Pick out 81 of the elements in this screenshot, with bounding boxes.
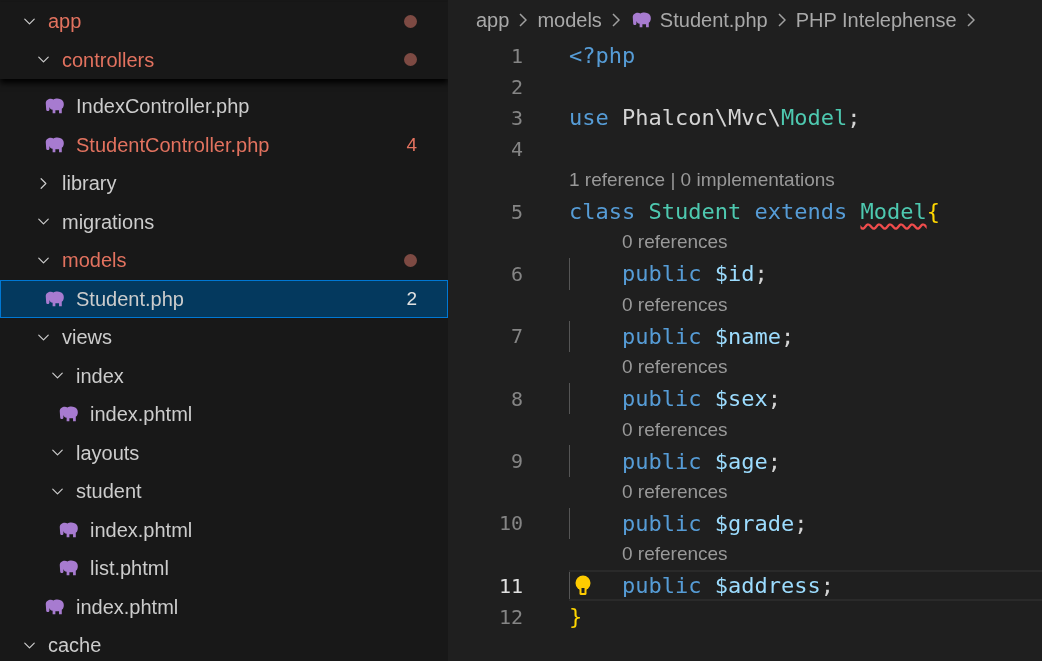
problem-count: 2 <box>406 286 417 311</box>
problem-count: 4 <box>406 132 417 157</box>
code-lens[interactable]: 1 reference | 0 implementations <box>569 166 835 195</box>
file-item[interactable]: index.phtml <box>0 510 448 549</box>
line-number: 1 <box>509 42 523 70</box>
code-lens[interactable]: 0 references <box>622 290 728 320</box>
folder-item[interactable]: layouts <box>0 433 448 472</box>
code-lens[interactable]: 0 references <box>622 477 728 507</box>
line-number: 12 <box>497 603 523 631</box>
line-number: 3 <box>509 104 523 132</box>
elephant-icon <box>57 559 79 578</box>
file-item[interactable]: index.phtml <box>0 587 448 626</box>
folder-item[interactable]: cache <box>0 626 448 661</box>
breadcrumb-item[interactable]: app <box>476 5 510 35</box>
elephant-icon <box>43 289 65 308</box>
folder-item[interactable]: index <box>0 356 448 395</box>
breadcrumb-item[interactable]: models <box>537 5 602 35</box>
line-number: 6 <box>509 260 523 288</box>
folder-item[interactable]: migrations <box>0 202 448 241</box>
folder-item[interactable]: app <box>0 2 448 41</box>
code-line: class Student extends Model{ <box>569 198 940 227</box>
elephant-icon <box>43 135 65 154</box>
file-name: library <box>62 171 117 197</box>
code-line: <?php <box>569 42 636 71</box>
file-name: models <box>62 248 127 274</box>
folder-item[interactable]: student <box>0 472 448 511</box>
file-name: layouts <box>76 440 140 466</box>
separator-icon <box>611 13 620 27</box>
lightbulb-icon[interactable] <box>574 575 592 598</box>
elephant-icon <box>57 405 79 424</box>
file-name: Student.php <box>76 286 184 312</box>
line-number: 7 <box>509 323 523 351</box>
separator-icon <box>519 13 528 27</box>
code-line: public $id; <box>622 260 768 289</box>
elephant-icon <box>43 597 65 616</box>
separator-icon <box>777 13 786 27</box>
elephant-icon <box>57 520 79 539</box>
code-lens[interactable]: 0 references <box>622 228 728 257</box>
line-number: 8 <box>509 385 523 413</box>
file-name: index.phtml <box>90 517 193 543</box>
elephant-icon <box>43 97 65 116</box>
line-number: 9 <box>509 448 523 476</box>
breadcrumb-item[interactable]: PHP Intelephense <box>795 5 957 35</box>
line-number: 4 <box>509 136 523 164</box>
line-number: 10 <box>497 510 523 538</box>
file-item[interactable]: index.phtml <box>0 395 448 434</box>
folder-item[interactable]: library <box>0 164 448 203</box>
file-name: cache <box>48 633 102 659</box>
folder-item[interactable]: models <box>0 241 448 280</box>
code-line: public $address; <box>622 572 834 601</box>
file-item[interactable]: StudentController.php 4 <box>0 125 448 164</box>
file-name: views <box>62 325 112 351</box>
file-name: controllers <box>62 47 155 73</box>
file-item[interactable]: list.phtml <box>0 549 448 588</box>
code-line: public $name; <box>622 322 795 351</box>
file-item[interactable]: Student.php 2 <box>0 279 448 318</box>
code-line: public $sex; <box>622 385 781 414</box>
file-name: student <box>76 479 142 505</box>
folder-item[interactable]: views <box>0 318 448 357</box>
breadcrumb-item[interactable]: Student.php <box>629 5 768 35</box>
code-lens[interactable]: 0 references <box>622 353 728 382</box>
file-name: app <box>48 9 82 35</box>
code-line: } <box>569 603 583 632</box>
file-name: index <box>76 363 124 389</box>
line-number: 2 <box>509 73 523 101</box>
folder-item[interactable]: controllers <box>0 40 448 79</box>
separator-icon <box>966 13 975 27</box>
file-name: StudentController.php <box>76 132 270 158</box>
code-line: public $grade; <box>622 509 808 538</box>
file-item[interactable]: IndexController.php <box>0 87 448 126</box>
file-name: index.phtml <box>90 402 193 428</box>
code-line: use Phalcon\Mvc\Model; <box>569 104 861 133</box>
file-name: migrations <box>62 209 155 235</box>
file-name: list.phtml <box>90 556 169 582</box>
code-lens[interactable]: 0 references <box>622 540 728 569</box>
file-name: IndexController.php <box>76 94 250 120</box>
line-number: 5 <box>509 198 523 226</box>
line-number: 11 <box>497 572 523 600</box>
code-lens[interactable]: 0 references <box>622 415 728 445</box>
code-line: public $age; <box>622 447 781 476</box>
file-name: index.phtml <box>76 594 179 620</box>
